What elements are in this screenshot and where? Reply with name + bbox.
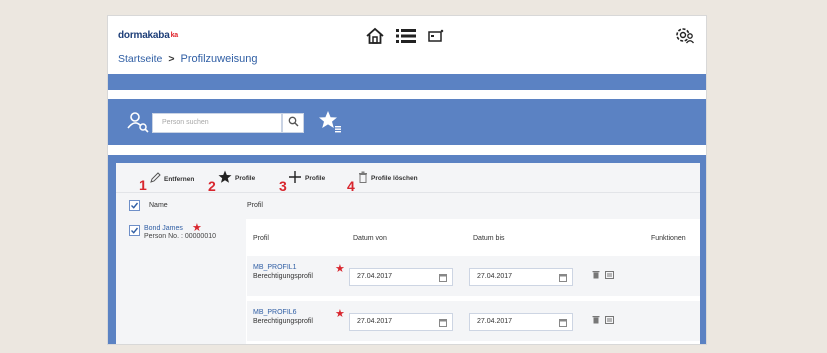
- date-to-field[interactable]: 27.04.2017: [469, 268, 573, 286]
- person-checkbox[interactable]: [129, 225, 140, 236]
- date-to-field[interactable]: 27.04.2017: [469, 313, 573, 331]
- profile-name[interactable]: MB_PROFIL6: [253, 309, 297, 316]
- calendar-icon[interactable]: [559, 318, 567, 334]
- person-number: Person No. : 00000010: [144, 233, 216, 240]
- profile-table-header: Profil Datum von Datum bis Funktionen: [247, 224, 700, 254]
- user-search-icon[interactable]: [127, 111, 149, 138]
- star-list-icon[interactable]: [318, 110, 342, 139]
- profile-row: MB_PROFIL6 Berechtigungsprofil ★ 27.04.2…: [247, 301, 700, 341]
- table-header: Name Profil: [116, 193, 700, 219]
- marker-1: 1: [139, 177, 147, 193]
- select-all-checkbox[interactable]: [129, 200, 140, 211]
- logo-text: dormakaba: [118, 30, 170, 41]
- calendar-icon[interactable]: [439, 273, 447, 289]
- date-from-field[interactable]: 27.04.2017: [349, 268, 453, 286]
- profile-col-to: Datum bis: [473, 235, 505, 242]
- profile-type: Berechtigungsprofil: [253, 318, 313, 325]
- card-icon[interactable]: [427, 27, 445, 45]
- trash-icon[interactable]: [592, 311, 600, 329]
- marker-star-icon: ★: [335, 308, 345, 320]
- profile-delete-button[interactable]: Profile löschen: [358, 171, 418, 185]
- profile-star-label: Profile: [235, 174, 256, 182]
- breadcrumb-separator: >: [168, 53, 175, 65]
- remove-button[interactable]: Entfernen: [149, 172, 194, 186]
- profile-type: Berechtigungsprofil: [253, 273, 313, 280]
- search-input[interactable]: Person suchen: [152, 113, 282, 133]
- calendar-icon[interactable]: [439, 318, 447, 334]
- logo[interactable]: dormakabaka: [118, 30, 178, 41]
- column-profile: Profil: [247, 202, 263, 209]
- column-name: Name: [149, 202, 168, 209]
- calendar-icon[interactable]: [559, 273, 567, 289]
- profile-name[interactable]: MB_PROFIL1: [253, 264, 297, 271]
- marker-3: 3: [279, 178, 287, 194]
- profile-row: MB_PROFIL1 Berechtigungsprofil ★ 27.04.2…: [247, 256, 700, 296]
- breadcrumb-current: Profilzuweisung: [180, 53, 258, 65]
- assignment-content: 1 Entfernen 2 Profile 3 Profile 4 Profil…: [116, 163, 700, 344]
- edit-icon[interactable]: [605, 311, 614, 329]
- profile-col-functions: Funktionen: [651, 235, 686, 242]
- date-from-field[interactable]: 27.04.2017: [349, 313, 453, 331]
- trash-icon[interactable]: [592, 266, 600, 284]
- home-icon[interactable]: [365, 26, 385, 46]
- date-to-value: 27.04.2017: [477, 273, 513, 280]
- marker-2: 2: [208, 178, 216, 194]
- profile-add-label: Profile: [305, 174, 326, 182]
- trash-icon: [358, 171, 368, 185]
- date-from-value: 27.04.2017: [357, 273, 393, 280]
- profile-star-button[interactable]: Profile: [218, 170, 255, 186]
- breadcrumb-home[interactable]: Startseite: [118, 53, 162, 65]
- search-bar: Person suchen: [108, 99, 706, 145]
- profile-add-button[interactable]: Profile: [288, 170, 325, 186]
- profile-delete-label: Profile löschen: [371, 174, 418, 182]
- main-nav: [365, 24, 445, 48]
- top-bar: dormakabaka: [108, 16, 706, 54]
- date-to-value: 27.04.2017: [477, 318, 513, 325]
- row-functions: [592, 266, 614, 284]
- marker-4: 4: [347, 178, 355, 194]
- edit-icon[interactable]: [605, 266, 614, 284]
- toolbar: 1 Entfernen 2 Profile 3 Profile 4 Profil…: [116, 163, 700, 194]
- marker-star-icon: ★: [335, 263, 345, 275]
- list-icon[interactable]: [395, 26, 417, 46]
- settings-user-icon[interactable]: [674, 24, 696, 51]
- header-band: [108, 74, 706, 90]
- app-window: dormakabaka Startseite > Profilzuweisung…: [107, 15, 707, 345]
- profile-col-name: Profil: [253, 235, 269, 242]
- search-button[interactable]: [282, 113, 304, 133]
- date-from-value: 27.04.2017: [357, 318, 393, 325]
- breadcrumb: Startseite > Profilzuweisung: [118, 53, 258, 65]
- row-functions: [592, 311, 614, 329]
- pencil-icon: [149, 172, 161, 186]
- plus-icon: [288, 170, 302, 186]
- remove-label: Entfernen: [164, 175, 195, 183]
- profile-col-from: Datum von: [353, 235, 387, 242]
- person-name[interactable]: Bond James: [144, 225, 183, 232]
- logo-sub: ka: [170, 31, 179, 39]
- assignment-panel: 1 Entfernen 2 Profile 3 Profile 4 Profil…: [108, 155, 706, 344]
- star-icon: [218, 170, 232, 186]
- search-icon: [288, 114, 299, 132]
- person-row: Bond James ★ Person No. : 00000010: [116, 219, 246, 344]
